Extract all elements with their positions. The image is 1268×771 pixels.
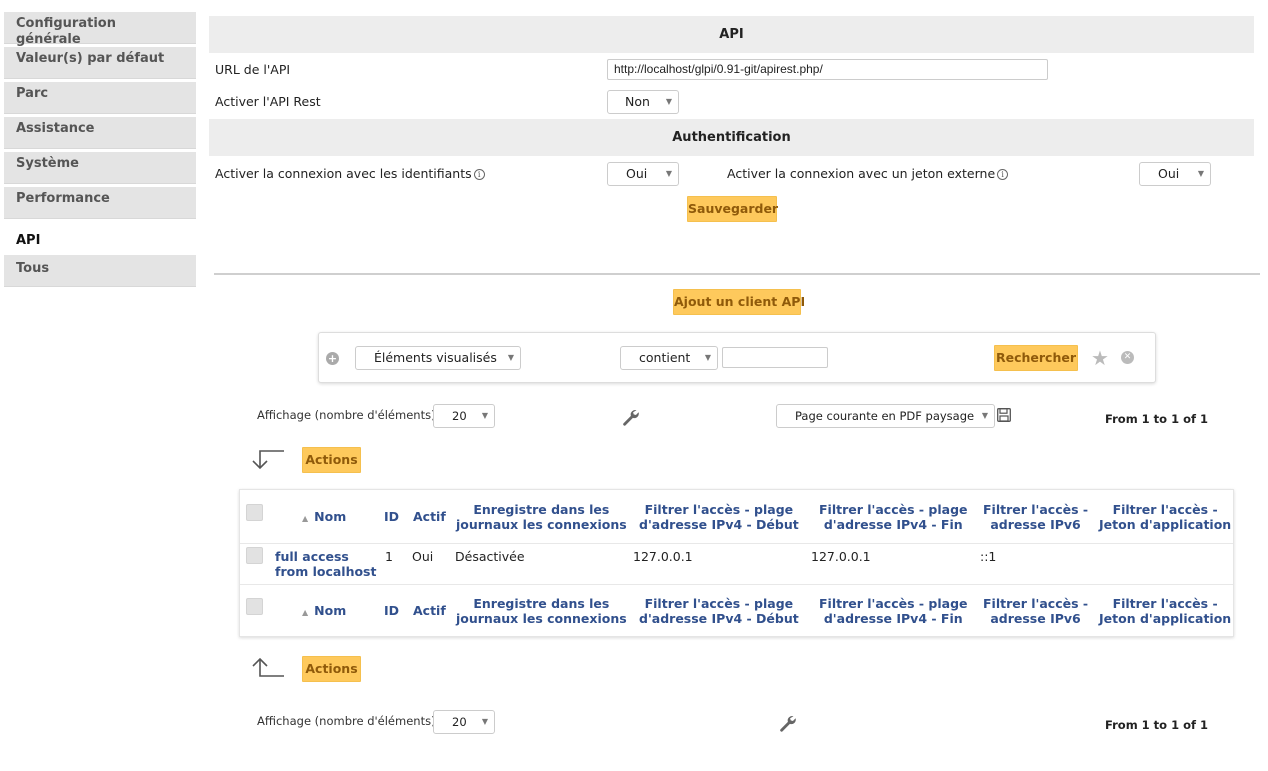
divider [214,273,1260,275]
column-header-active[interactable]: Actif [413,509,446,524]
actions-button-top[interactable]: Actions [302,447,361,473]
display-count-label-bottom: Affichage (nombre d'éléments) [257,714,436,728]
search-field-select[interactable]: Éléments visualisés ▼ [355,346,521,370]
credentials-label: Activer la connexion avec les identifian… [215,166,472,181]
chevron-down-icon: ▼ [981,411,988,420]
wrench-icon[interactable] [778,714,798,734]
select-all-checkbox[interactable] [246,504,263,521]
token-select[interactable]: Oui ▼ [1139,162,1211,186]
actions-button-bottom[interactable]: Actions [302,656,361,682]
column-footer-ipv6[interactable]: Filtrer l'accès - adresse IPv6 [983,596,1088,626]
column-header-id[interactable]: ID [384,509,399,524]
info-icon[interactable]: i [473,169,485,180]
per-page-select-bottom[interactable]: 20 ▼ [433,710,495,734]
per-page-value-bottom: 20 [452,715,467,729]
token-label: Activer la connexion avec un jeton exter… [727,166,996,181]
api-clients-table: ▲ Nom ID Actif Enregistre dans les journa… [239,489,1234,637]
row-divider [240,543,1233,544]
credentials-select[interactable]: Oui ▼ [607,162,679,186]
row-divider [240,584,1233,585]
pagination-count: From 1 to 1 of 1 [1105,412,1209,426]
arrow-up-left-icon [252,657,284,677]
search-text-input[interactable] [722,347,828,368]
column-footer-token[interactable]: Filtrer l'accès - Jeton d'application [1099,596,1231,626]
export-select[interactable]: Page courante en PDF paysage ▼ [776,404,995,428]
column-footer-name[interactable]: ▲ Nom [302,603,346,620]
sidebar-item-all[interactable]: Tous [4,255,196,287]
search-button[interactable]: Rechercher [994,345,1078,371]
row-checkbox[interactable] [246,547,263,564]
export-value: Page courante en PDF paysage [795,409,975,423]
auth-section-title: Authentification [209,119,1254,156]
credentials-label-wrap: Activer la connexion avec les identifian… [215,166,485,181]
client-ipv4-end: 127.0.0.1 [811,549,871,564]
sidebar-item-system[interactable]: Système [4,152,196,184]
bookmark-star-icon[interactable]: ★ [1091,348,1109,368]
add-api-client-button[interactable]: Ajout un client API [673,289,805,315]
sidebar-item-performance[interactable]: Performance [4,187,196,219]
display-count-label: Affichage (nombre d'éléments) [257,408,436,422]
client-id: 1 [385,549,393,564]
config-sidebar: Configuration générale Valeur(s) par déf… [4,12,196,290]
select-all-checkbox-footer[interactable] [246,598,263,615]
per-page-value: 20 [452,409,467,423]
api-url-label: URL de l'API [215,62,291,77]
credentials-value: Oui [626,166,648,181]
column-footer-log[interactable]: Enregistre dans les journaux les connexi… [456,596,627,626]
add-criterion-icon[interactable]: + [326,352,339,365]
client-ipv6: ::1 [980,549,997,564]
save-icon[interactable] [997,408,1011,422]
rest-api-label: Activer l'API Rest [215,94,321,109]
wrench-icon[interactable] [621,408,641,428]
reset-icon[interactable]: ✕ [1121,351,1134,364]
search-operator-select[interactable]: contient ▼ [620,346,718,370]
api-url-input[interactable]: http://localhost/glpi/0.91-git/apirest.p… [607,59,1048,80]
column-header-ipv4-start[interactable]: Filtrer l'accès - plage d'adresse IPv4 -… [639,502,799,532]
chevron-down-icon: ▼ [665,97,672,106]
sort-asc-icon: ▲ [302,608,309,617]
column-header-name[interactable]: ▲ Nom [302,509,346,526]
token-value: Oui [1158,166,1180,181]
sidebar-item-general[interactable]: Configuration générale [4,12,196,47]
rest-api-value: Non [625,94,650,109]
arrow-down-left-icon [252,450,284,470]
column-footer-ipv4-start[interactable]: Filtrer l'accès - plage d'adresse IPv4 -… [639,596,799,626]
chevron-down-icon: ▼ [507,353,514,362]
sidebar-item-defaults[interactable]: Valeur(s) par défaut [4,47,196,79]
chevron-down-icon: ▼ [704,353,711,362]
client-name-link[interactable]: full access from localhost [275,549,376,579]
api-section-title: API [209,16,1254,53]
column-header-ipv4-end[interactable]: Filtrer l'accès - plage d'adresse IPv4 -… [819,502,968,532]
column-header-token[interactable]: Filtrer l'accès - Jeton d'application [1099,502,1231,532]
sort-asc-icon: ▲ [302,514,309,523]
sidebar-item-assistance[interactable]: Assistance [4,117,196,149]
token-label-wrap: Activer la connexion avec un jeton exter… [727,166,1009,181]
chevron-down-icon: ▼ [665,169,672,178]
chevron-down-icon: ▼ [1197,169,1204,178]
per-page-select[interactable]: 20 ▼ [433,404,495,428]
client-ipv4-start: 127.0.0.1 [633,549,693,564]
sidebar-item-api[interactable]: API [4,222,196,252]
save-button[interactable]: Sauvegarder [687,196,778,222]
client-log: Désactivée [455,549,525,564]
chevron-down-icon: ▼ [481,717,488,726]
column-footer-ipv4-end[interactable]: Filtrer l'accès - plage d'adresse IPv4 -… [819,596,968,626]
chevron-down-icon: ▼ [481,411,488,420]
search-operator-value: contient [639,350,691,365]
client-active: Oui [412,549,434,564]
rest-api-select[interactable]: Non ▼ [607,90,679,114]
search-criteria-bar: + Éléments visualisés ▼ contient ▼ Reche… [318,332,1156,383]
sidebar-item-assets[interactable]: Parc [4,82,196,114]
search-field-value: Éléments visualisés [374,350,497,365]
column-header-log[interactable]: Enregistre dans les journaux les connexi… [456,502,627,532]
column-footer-active[interactable]: Actif [413,603,446,618]
pagination-count-bottom: From 1 to 1 of 1 [1105,718,1209,732]
column-header-ipv6[interactable]: Filtrer l'accès - adresse IPv6 [983,502,1088,532]
column-footer-id[interactable]: ID [384,603,399,618]
info-icon[interactable]: i [997,169,1009,180]
